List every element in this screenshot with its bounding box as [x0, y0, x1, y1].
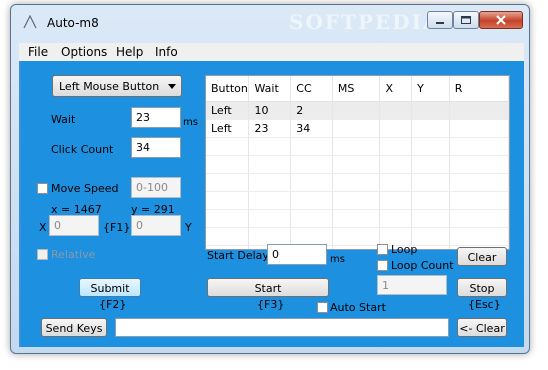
table-cell [332, 119, 381, 138]
wait-unit-label: ms [183, 117, 198, 128]
menu-info[interactable]: Info [155, 45, 178, 59]
loop-checkbox[interactable] [377, 244, 388, 255]
empty-row [206, 191, 509, 210]
watermark-text: SOFTPEDIA [289, 10, 441, 34]
app-window: Auto-m8 SOFTPEDIA File Options Help Info… [10, 4, 530, 354]
column-header-r[interactable]: R [449, 76, 509, 102]
table-cell [379, 119, 413, 138]
loop-count-checkbox[interactable] [377, 260, 388, 271]
submit-hotkey-label: {F2} [99, 298, 127, 311]
table-cell: 2 [290, 101, 333, 120]
empty-row [206, 137, 509, 156]
column-header-wait[interactable]: Wait [248, 76, 292, 102]
column-header-cc[interactable]: CC [290, 76, 333, 102]
empty-row [206, 209, 509, 228]
table-cell: 23 [248, 119, 292, 138]
f1-hotkey-label: {F1} [103, 221, 131, 234]
y-input[interactable]: 0 [131, 215, 181, 236]
move-speed-input[interactable]: 0-100 [131, 177, 181, 198]
close-button[interactable] [479, 11, 523, 29]
app-icon [23, 15, 37, 29]
minimize-button[interactable] [427, 11, 453, 29]
window-title: Auto-m8 [47, 16, 99, 30]
start-delay-unit-label: ms [330, 254, 345, 265]
maximize-button[interactable] [453, 11, 479, 29]
stop-button[interactable]: Stop [457, 278, 507, 297]
main-panel: Left Mouse Button Wait 23 ms Click Count… [19, 61, 524, 347]
table-cell [411, 119, 450, 138]
move-speed-checkbox[interactable] [37, 183, 48, 194]
auto-start-checkbox[interactable] [317, 302, 328, 313]
menu-help[interactable]: Help [116, 45, 143, 59]
menu-file[interactable]: File [28, 45, 48, 59]
loop-count-input[interactable]: 1 [377, 275, 447, 295]
relative-checkbox[interactable] [37, 249, 48, 260]
auto-start-label: Auto Start [330, 301, 386, 314]
x-input[interactable]: 0 [49, 215, 99, 236]
table-cell [379, 101, 413, 120]
loop-label: Loop [391, 243, 418, 256]
click-count-label: Click Count [51, 143, 114, 156]
wait-input[interactable]: 23 [131, 107, 181, 128]
x-label: X [39, 221, 47, 234]
clear-button[interactable]: Clear [457, 247, 507, 266]
chevron-down-icon [168, 84, 176, 89]
column-header-button[interactable]: Button [206, 76, 250, 102]
grid-header-row: Button Wait CC MS X Y R [206, 76, 509, 102]
back-clear-button[interactable]: <- Clear [457, 318, 507, 337]
column-header-x[interactable]: X [379, 76, 413, 102]
start-hotkey-label: {F3} [257, 298, 285, 311]
left-edge-strip [19, 61, 21, 347]
wait-label: Wait [51, 113, 76, 126]
stop-hotkey-label: {Esc} [468, 298, 501, 311]
table-cell [449, 119, 509, 138]
minimize-icon [436, 22, 444, 24]
table-cell [449, 101, 509, 120]
menu-bar: File Options Help Info [19, 43, 524, 61]
y-label: Y [185, 221, 192, 234]
column-header-y[interactable]: Y [411, 76, 450, 102]
start-delay-input[interactable]: 0 [267, 244, 327, 265]
mouse-button-select[interactable]: Left Mouse Button [52, 75, 182, 97]
relative-label: Relative [51, 248, 96, 261]
table-cell [411, 101, 450, 120]
table-cell [332, 101, 381, 120]
send-keys-button[interactable]: Send Keys [41, 318, 107, 337]
start-button[interactable]: Start [207, 278, 329, 297]
table-cell: 34 [290, 119, 333, 138]
column-header-ms[interactable]: MS [332, 76, 381, 102]
click-count-input[interactable]: 34 [131, 137, 181, 158]
empty-row [206, 173, 509, 192]
title-bar[interactable]: Auto-m8 SOFTPEDIA [11, 5, 529, 39]
move-speed-label: Move Speed [51, 182, 119, 195]
menu-options[interactable]: Options [61, 45, 107, 59]
submit-button[interactable]: Submit [79, 278, 141, 297]
actions-grid[interactable]: Button Wait CC MS X Y R Left 10 2 Left 2… [205, 75, 510, 250]
table-row[interactable]: Left 10 2 [206, 101, 509, 120]
close-icon [496, 15, 506, 25]
maximize-icon [461, 16, 471, 24]
table-cell: Left [206, 119, 250, 138]
mouse-button-select-value: Left Mouse Button [59, 80, 160, 93]
table-cell: 10 [248, 101, 292, 120]
empty-row [206, 155, 509, 174]
send-keys-input[interactable] [115, 318, 449, 337]
table-row[interactable]: Left 23 34 [206, 119, 509, 138]
loop-count-label: Loop Count [391, 259, 454, 272]
empty-row [206, 227, 509, 246]
table-cell: Left [206, 101, 250, 120]
start-delay-label: Start Delay [207, 249, 269, 262]
